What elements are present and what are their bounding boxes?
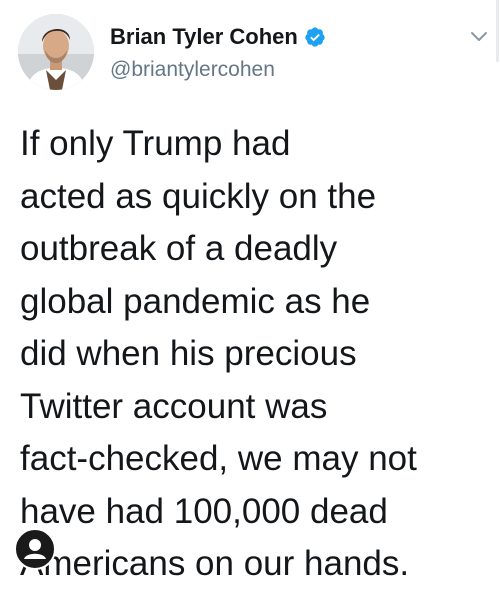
author-name-row: Brian Tyler Cohen bbox=[110, 24, 326, 50]
tweet-text-line: fact-checked, we may not bbox=[20, 439, 417, 478]
author-avatar[interactable] bbox=[18, 14, 94, 90]
tweet-text-line: did when his precious bbox=[20, 334, 357, 373]
tweet-text-line: acted as quickly on the bbox=[20, 176, 377, 216]
tweet-text-line: global pandemic as he bbox=[20, 281, 371, 321]
divider bbox=[496, 0, 499, 62]
author-display-name[interactable]: Brian Tyler Cohen bbox=[110, 24, 298, 50]
profile-photo-icon bbox=[18, 14, 94, 90]
author-handle[interactable]: @briantylercohen bbox=[110, 58, 275, 82]
tweet-text-line: Americans on our hands. bbox=[20, 544, 410, 583]
user-icon[interactable] bbox=[14, 528, 56, 570]
verified-badge-icon bbox=[304, 26, 326, 48]
tweet-card: Brian Tyler Cohen @briantylercohen If on… bbox=[0, 0, 500, 583]
tweet-text: If only Trump had acted as quickly on th… bbox=[20, 118, 490, 591]
tweet-text-line: outbreak of a deadly bbox=[20, 229, 338, 268]
tweet-text-line: If only Trump had bbox=[20, 124, 291, 163]
tweet-text-line: have had 100,000 dead bbox=[20, 491, 388, 531]
chevron-down-icon[interactable] bbox=[470, 30, 488, 44]
tweet-text-line: Twitter account was bbox=[20, 386, 328, 426]
